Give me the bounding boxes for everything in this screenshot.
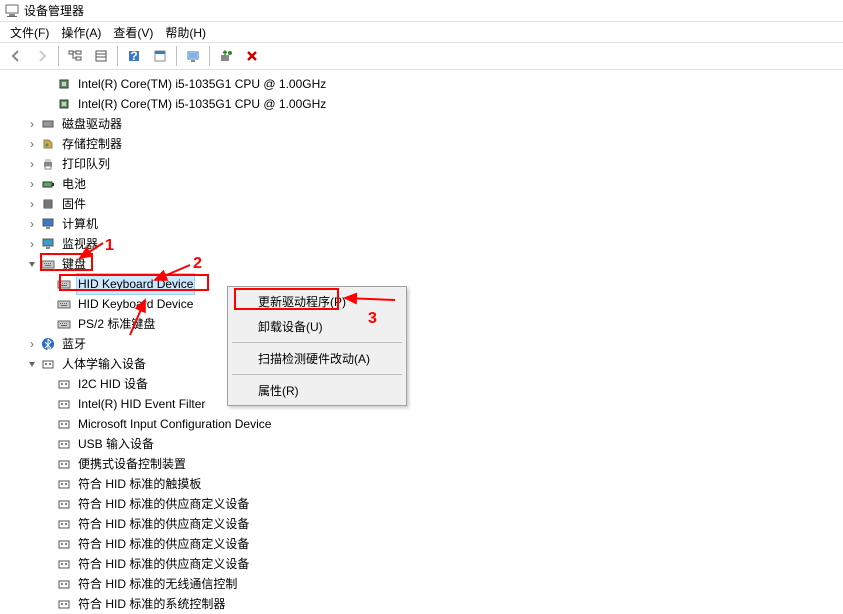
keyboard-icon xyxy=(40,256,56,272)
tree-item[interactable]: USB 输入设备 xyxy=(8,434,843,454)
computer-icon xyxy=(40,216,56,232)
tree-item-computer[interactable]: ›计算机 xyxy=(8,214,843,234)
hid-icon xyxy=(56,376,72,392)
hid-icon xyxy=(56,496,72,512)
expand-icon[interactable]: › xyxy=(24,156,40,172)
keyboard-icon xyxy=(56,296,72,312)
tree-item-hid-keyboard[interactable]: HID Keyboard Device xyxy=(8,274,843,294)
tree-item-ps2-keyboard[interactable]: PS/2 标准键盘 xyxy=(8,314,843,334)
battery-icon xyxy=(40,176,56,192)
tree-item[interactable]: 便携式设备控制装置 xyxy=(8,454,843,474)
titlebar: 设备管理器 xyxy=(0,0,843,22)
tree-item-storage[interactable]: ›存储控制器 xyxy=(8,134,843,154)
hid-icon xyxy=(56,536,72,552)
uninstall-button[interactable] xyxy=(240,44,264,68)
tree-item[interactable]: Microsoft Input Configuration Device xyxy=(8,414,843,434)
tree-item-firmware[interactable]: ›固件 xyxy=(8,194,843,214)
bluetooth-icon xyxy=(40,336,56,352)
tree-item-keyboard[interactable]: 键盘 xyxy=(8,254,843,274)
hid-icon xyxy=(56,456,72,472)
hid-icon xyxy=(56,516,72,532)
collapse-icon[interactable] xyxy=(24,256,40,272)
tree-item-hid-devices[interactable]: 人体学输入设备 xyxy=(8,354,843,374)
toolbar: ? xyxy=(0,42,843,70)
menu-action[interactable]: 操作(A) xyxy=(55,22,107,43)
storage-icon xyxy=(40,136,56,152)
menu-view[interactable]: 查看(V) xyxy=(107,22,159,43)
properties-button[interactable] xyxy=(148,44,172,68)
firmware-icon xyxy=(40,196,56,212)
tree-item-battery[interactable]: ›电池 xyxy=(8,174,843,194)
tree-item[interactable]: 符合 HID 标准的供应商定义设备 xyxy=(8,494,843,514)
separator xyxy=(58,46,59,66)
keyboard-icon xyxy=(56,276,72,292)
context-scan[interactable]: 扫描检测硬件改动(A) xyxy=(230,346,404,371)
context-update-driver[interactable]: 更新驱动程序(P) xyxy=(230,289,404,314)
separator xyxy=(232,342,402,343)
svg-text:?: ? xyxy=(130,49,137,63)
keyboard-icon xyxy=(56,316,72,332)
expand-icon[interactable]: › xyxy=(24,136,40,152)
expand-icon[interactable]: › xyxy=(24,236,40,252)
expand-icon[interactable]: › xyxy=(24,116,40,132)
context-properties[interactable]: 属性(R) xyxy=(230,378,404,403)
update-driver-button[interactable] xyxy=(214,44,238,68)
hid-icon xyxy=(56,556,72,572)
tree-item[interactable]: 符合 HID 标准的系统控制器 xyxy=(8,594,843,614)
detail-view-button[interactable] xyxy=(89,44,113,68)
cpu-icon xyxy=(56,96,72,112)
window-title: 设备管理器 xyxy=(24,2,84,19)
tree-item[interactable]: Intel(R) HID Event Filter xyxy=(8,394,843,414)
tree-item-bluetooth[interactable]: ›蓝牙 xyxy=(8,334,843,354)
hid-icon xyxy=(56,396,72,412)
hid-icon xyxy=(56,596,72,612)
app-icon xyxy=(4,3,20,19)
collapse-icon[interactable] xyxy=(24,356,40,372)
context-uninstall[interactable]: 卸载设备(U) xyxy=(230,314,404,339)
tree-item-disk[interactable]: ›磁盘驱动器 xyxy=(8,114,843,134)
hid-icon xyxy=(56,476,72,492)
expand-icon[interactable]: › xyxy=(24,216,40,232)
tree-item-cpu[interactable]: Intel(R) Core(TM) i5-1035G1 CPU @ 1.00GH… xyxy=(8,74,843,94)
tree-item[interactable]: 符合 HID 标准的供应商定义设备 xyxy=(8,514,843,534)
hid-icon xyxy=(56,576,72,592)
hid-icon xyxy=(56,436,72,452)
tree-item-cpu[interactable]: Intel(R) Core(TM) i5-1035G1 CPU @ 1.00GH… xyxy=(8,94,843,114)
device-tree: Intel(R) Core(TM) i5-1035G1 CPU @ 1.00GH… xyxy=(0,70,843,614)
forward-button[interactable] xyxy=(30,44,54,68)
printer-icon xyxy=(40,156,56,172)
expand-icon[interactable]: › xyxy=(24,176,40,192)
scan-button[interactable] xyxy=(181,44,205,68)
tree-item[interactable]: 符合 HID 标准的触摸板 xyxy=(8,474,843,494)
tree-view-button[interactable] xyxy=(63,44,87,68)
hid-icon xyxy=(40,356,56,372)
tree-item[interactable]: 符合 HID 标准的供应商定义设备 xyxy=(8,554,843,574)
cpu-icon xyxy=(56,76,72,92)
tree-item[interactable]: I2C HID 设备 xyxy=(8,374,843,394)
tree-item[interactable]: 符合 HID 标准的供应商定义设备 xyxy=(8,534,843,554)
tree-item[interactable]: 符合 HID 标准的无线通信控制 xyxy=(8,574,843,594)
context-menu: 更新驱动程序(P) 卸载设备(U) 扫描检测硬件改动(A) 属性(R) xyxy=(227,286,407,406)
menubar: 文件(F) 操作(A) 查看(V) 帮助(H) xyxy=(0,22,843,42)
tree-item-hid-keyboard[interactable]: HID Keyboard Device xyxy=(8,294,843,314)
expand-icon[interactable]: › xyxy=(24,336,40,352)
separator xyxy=(176,46,177,66)
help-button[interactable]: ? xyxy=(122,44,146,68)
back-button[interactable] xyxy=(4,44,28,68)
separator xyxy=(117,46,118,66)
separator xyxy=(209,46,210,66)
selected-item: HID Keyboard Device xyxy=(76,273,195,295)
tree-item-print[interactable]: ›打印队列 xyxy=(8,154,843,174)
menu-help[interactable]: 帮助(H) xyxy=(159,22,212,43)
monitor-icon xyxy=(40,236,56,252)
expand-icon[interactable]: › xyxy=(24,196,40,212)
separator xyxy=(232,374,402,375)
tree-item-monitor[interactable]: ›监视器 xyxy=(8,234,843,254)
menu-file[interactable]: 文件(F) xyxy=(4,22,55,43)
disk-icon xyxy=(40,116,56,132)
hid-icon xyxy=(56,416,72,432)
